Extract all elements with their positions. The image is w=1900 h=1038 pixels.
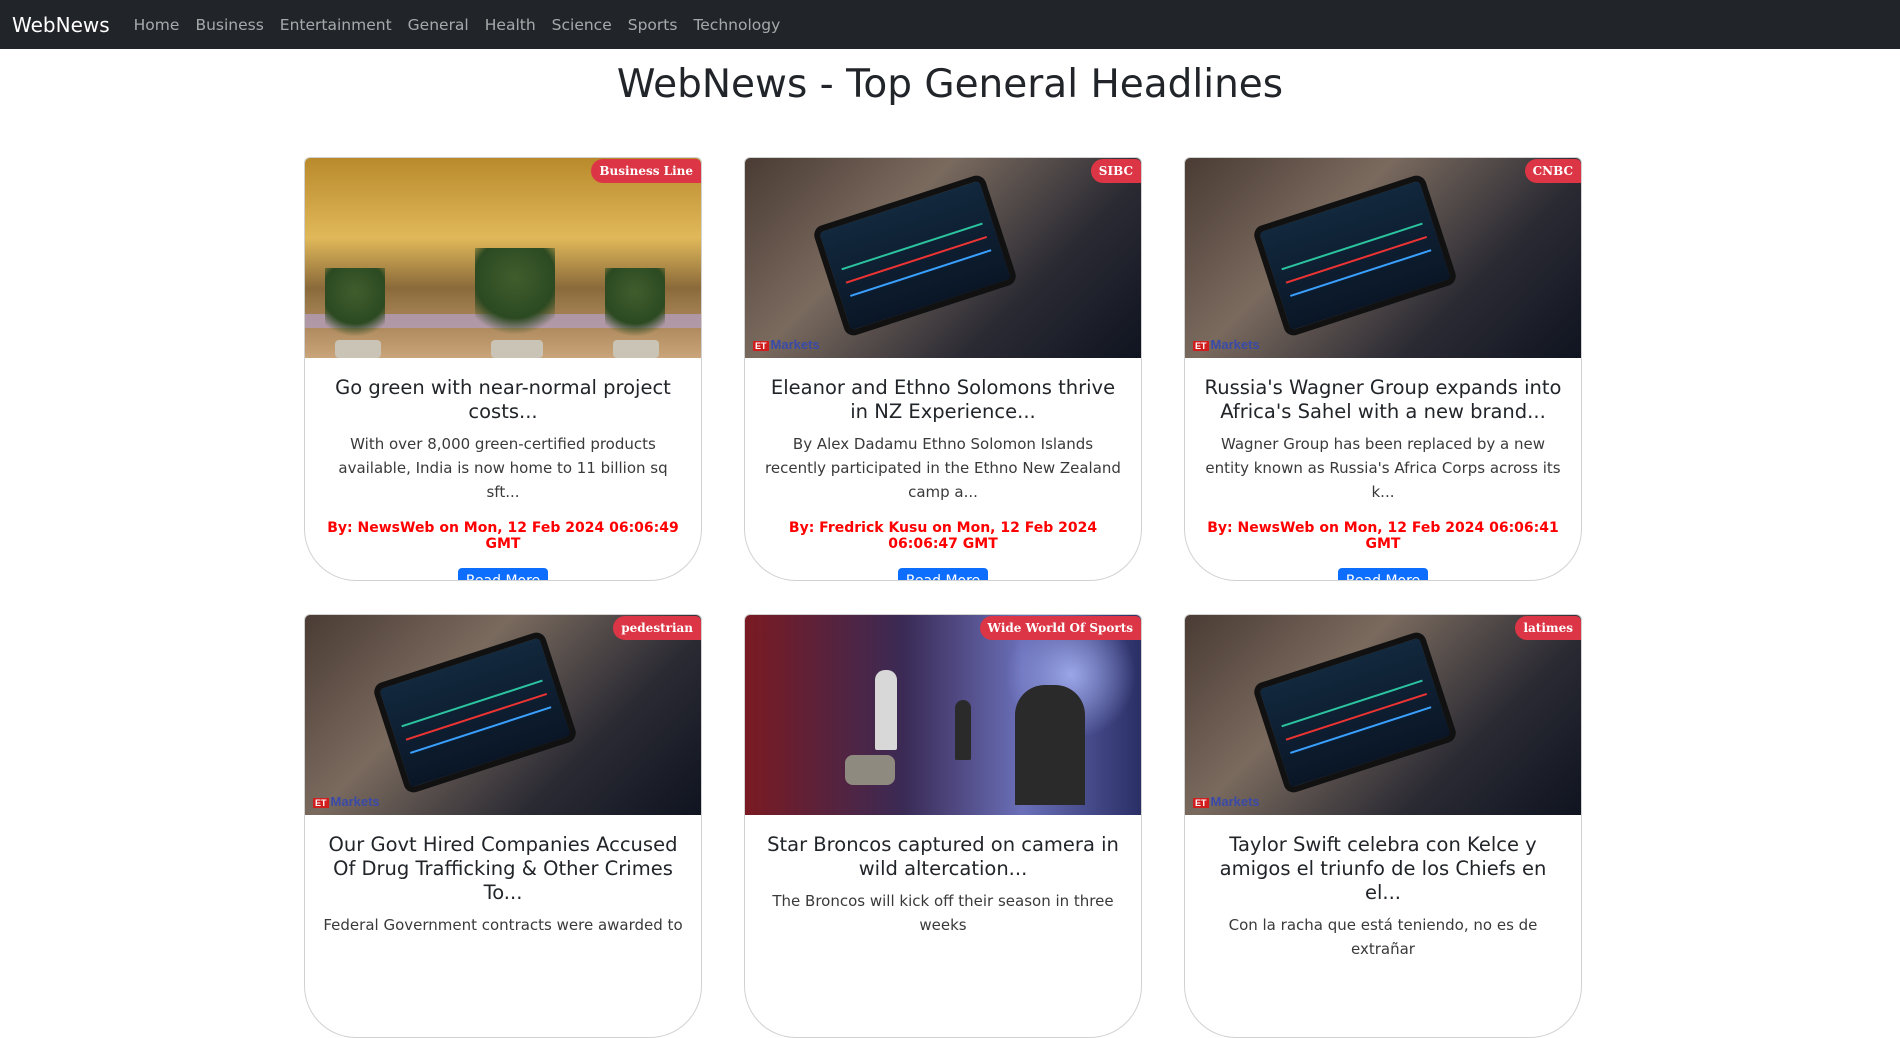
news-image[interactable]: ET Markets CNBC xyxy=(1185,158,1581,358)
et-markets-watermark: ET Markets xyxy=(313,794,380,809)
card-description: With over 8,000 green-certified products… xyxy=(338,435,668,501)
card-title: Star Broncos captured on camera in wild … xyxy=(767,833,1119,880)
image-detail xyxy=(955,700,971,760)
brand-logo[interactable]: WebNews xyxy=(12,13,110,37)
nav-link-home[interactable]: Home xyxy=(134,16,180,34)
image-detail xyxy=(1015,685,1085,805)
card-body: Eleanor and Ethno Solomons thrive in NZ … xyxy=(745,358,1141,580)
source-badge: SIBC xyxy=(1090,159,1141,183)
nav-link-general[interactable]: General xyxy=(408,16,469,34)
et-markets-watermark: ET Markets xyxy=(1193,794,1260,809)
card-title: Eleanor and Ethno Solomons thrive in NZ … xyxy=(770,376,1116,423)
card-body: Star Broncos captured on camera in wild … xyxy=(745,815,1141,937)
card-byline: By: NewsWeb on Mon, 12 Feb 2024 06:06:41… xyxy=(1207,520,1559,552)
card-title: Taylor Swift celebra con Kelce y amigos … xyxy=(1219,833,1547,904)
nav-link-sports[interactable]: Sports xyxy=(628,16,678,34)
news-card: Business Line Go green with near-normal … xyxy=(304,157,702,581)
card-description: By Alex Dadamu Ethno Solomon Islands rec… xyxy=(765,435,1121,501)
image-detail xyxy=(613,340,659,358)
news-image[interactable]: Business Line xyxy=(305,158,701,358)
news-image[interactable]: ET Markets latimes xyxy=(1185,615,1581,815)
image-detail xyxy=(335,340,381,358)
nav-link-science[interactable]: Science xyxy=(552,16,612,34)
chart-line xyxy=(1285,692,1428,741)
source-badge: CNBC xyxy=(1524,159,1581,183)
news-card: ET Markets latimes Taylor Swift celebra c… xyxy=(1184,614,1582,1038)
card-description: Con la racha que está teniendo, no es de… xyxy=(1228,916,1538,958)
read-more-button[interactable]: Read More xyxy=(897,568,989,580)
card-body: Our Govt Hired Companies Accused Of Drug… xyxy=(305,815,701,937)
image-detail xyxy=(875,670,897,750)
image-detail xyxy=(491,340,543,358)
read-more-button[interactable]: Read More xyxy=(457,568,549,580)
et-markets-watermark: ET Markets xyxy=(753,337,820,352)
card-body: Go green with near-normal project costs.… xyxy=(305,358,701,580)
card-description: Federal Government contracts were awarde… xyxy=(323,916,683,934)
et-logo: ET xyxy=(753,341,769,351)
nav-link-technology[interactable]: Technology xyxy=(693,16,780,34)
image-detail xyxy=(845,755,895,785)
tablet-graphic xyxy=(371,630,579,795)
news-card: Wide World Of Sports Star Broncos captur… xyxy=(744,614,1142,1038)
card-byline: By: NewsWeb on Mon, 12 Feb 2024 06:06:49… xyxy=(327,520,679,552)
page-title: WebNews - Top General Headlines xyxy=(616,62,1284,107)
et-logo: ET xyxy=(1193,798,1209,808)
news-image[interactable]: ET Markets pedestrian xyxy=(305,615,701,815)
tablet-graphic xyxy=(1251,630,1459,795)
card-title: Go green with near-normal project costs.… xyxy=(335,376,671,423)
card-byline: By: Fredrick Kusu on Mon, 12 Feb 2024 06… xyxy=(788,520,1098,552)
chart-line xyxy=(1285,235,1428,284)
image-detail xyxy=(475,248,555,348)
tablet-graphic xyxy=(1251,173,1459,338)
top-navbar: WebNews Home Business Entertainment Gene… xyxy=(0,0,1900,49)
image-detail xyxy=(605,268,665,348)
news-image[interactable]: ET Markets SIBC xyxy=(745,158,1141,358)
watermark-text: Markets xyxy=(770,337,820,352)
chart-line xyxy=(405,692,548,741)
card-description: Wagner Group has been replaced by a new … xyxy=(1205,435,1561,501)
source-badge: Wide World Of Sports xyxy=(979,616,1141,640)
nav-link-business[interactable]: Business xyxy=(195,16,263,34)
card-body: Russia's Wagner Group expands into Afric… xyxy=(1185,358,1581,580)
watermark-text: Markets xyxy=(1210,337,1260,352)
chart-line xyxy=(845,235,988,284)
watermark-text: Markets xyxy=(330,794,380,809)
nav-link-entertainment[interactable]: Entertainment xyxy=(280,16,392,34)
news-card: ET Markets pedestrian Our Govt Hired Comp… xyxy=(304,614,702,1038)
et-markets-watermark: ET Markets xyxy=(1193,337,1260,352)
news-grid: Business Line Go green with near-normal … xyxy=(304,157,1582,1038)
card-body: Taylor Swift celebra con Kelce y amigos … xyxy=(1185,815,1581,961)
source-badge: Business Line xyxy=(591,159,701,183)
news-image[interactable]: Wide World Of Sports xyxy=(745,615,1141,815)
source-badge: pedestrian xyxy=(613,616,701,640)
news-card: ET Markets CNBC Russia's Wagner Group exp… xyxy=(1184,157,1582,581)
card-title: Russia's Wagner Group expands into Afric… xyxy=(1204,376,1562,423)
tablet-graphic xyxy=(811,173,1019,338)
read-more-button[interactable]: Read More xyxy=(1337,568,1429,580)
card-description: The Broncos will kick off their season i… xyxy=(772,892,1114,934)
et-logo: ET xyxy=(313,798,329,808)
source-badge: latimes xyxy=(1515,616,1581,640)
nav-link-health[interactable]: Health xyxy=(485,16,536,34)
card-title: Our Govt Hired Companies Accused Of Drug… xyxy=(328,833,678,904)
image-detail xyxy=(325,268,385,348)
et-logo: ET xyxy=(1193,341,1209,351)
news-card: ET Markets SIBC Eleanor and Ethno Solomon… xyxy=(744,157,1142,581)
watermark-text: Markets xyxy=(1210,794,1260,809)
